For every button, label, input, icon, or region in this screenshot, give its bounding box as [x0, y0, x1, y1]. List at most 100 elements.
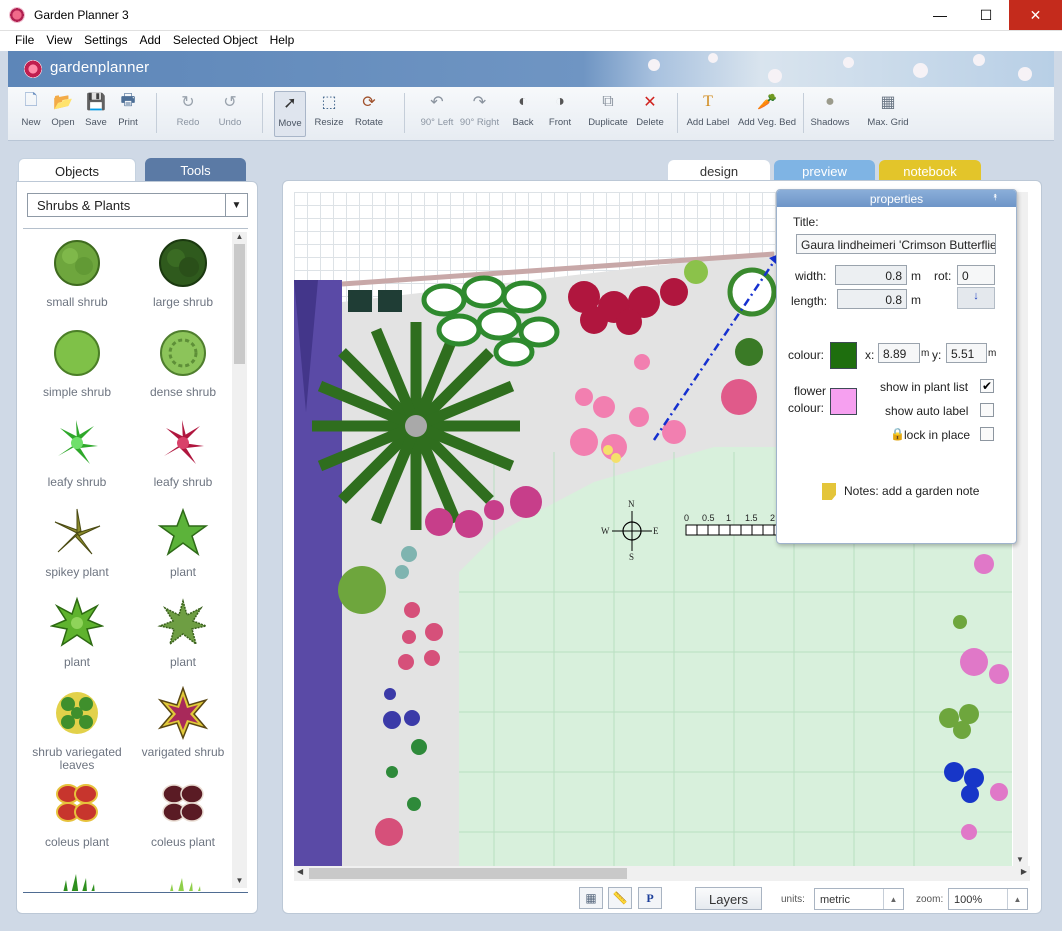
plant-labels-toggle-button[interactable]: P: [638, 887, 662, 909]
add-label-button[interactable]: T Add Label: [684, 91, 732, 137]
rotate-90-right-button[interactable]: ↷ 90° Right: [457, 91, 502, 137]
object-coleus-plant-dark[interactable]: coleus plant: [129, 776, 237, 862]
y-field[interactable]: 5.51: [946, 343, 987, 363]
object-grass-plant[interactable]: [23, 866, 131, 891]
canvas-horizontal-scrollbar[interactable]: ◀ ▶: [294, 866, 1030, 881]
object-light-grass-plant[interactable]: [129, 866, 237, 891]
scrollbar-thumb[interactable]: [309, 868, 627, 879]
object-simple-shrub[interactable]: simple shrub: [23, 326, 131, 412]
rotation-dial-button[interactable]: ↓: [957, 287, 995, 309]
maximize-button[interactable]: ☐: [963, 0, 1009, 30]
chevron-down-icon[interactable]: ▼: [225, 194, 247, 216]
shadows-label: Shadows: [810, 117, 850, 128]
show-in-plant-list-checkbox[interactable]: ✔: [980, 379, 994, 393]
object-spikey-plant[interactable]: spikey plant: [23, 506, 131, 592]
send-back-icon: ◐: [518, 93, 528, 110]
object-leafy-shrub-red[interactable]: leafy shrub: [129, 416, 237, 502]
small-shrub: [338, 566, 386, 614]
minimize-button[interactable]: —: [917, 0, 963, 30]
notes-link[interactable]: Notes: add a garden note: [844, 484, 979, 498]
move-tool-button[interactable]: ➚ Move: [274, 91, 306, 137]
grid-icon: ▦: [585, 891, 597, 905]
shadows-button[interactable]: ● Shadows: [808, 91, 852, 137]
object-leafy-shrub[interactable]: leafy shrub: [23, 416, 131, 502]
chevron-up-icon[interactable]: ▲: [883, 889, 903, 909]
show-auto-label-label: show auto label: [885, 404, 969, 418]
units-select[interactable]: metric ▲: [814, 888, 904, 910]
compass-north-label: N: [628, 499, 635, 509]
scrollbar-thumb[interactable]: [234, 244, 245, 364]
x-label: x:: [865, 348, 875, 362]
length-field[interactable]: 0.8: [837, 289, 907, 309]
save-button[interactable]: 💾 Save: [81, 91, 111, 137]
menu-add[interactable]: Add: [134, 31, 167, 51]
collapse-icon[interactable]: ⯭: [993, 192, 998, 203]
flower-colour-swatch[interactable]: [830, 388, 857, 415]
scroll-down-arrow-icon[interactable]: ▼: [232, 876, 247, 888]
scroll-left-arrow-icon[interactable]: ◀: [297, 867, 303, 876]
add-veg-bed-button[interactable]: 🥕 Add Veg. Bed: [736, 91, 798, 137]
chevron-up-icon[interactable]: ▲: [1007, 889, 1027, 909]
width-field[interactable]: 0.8: [835, 265, 907, 285]
rotation-field[interactable]: 0: [957, 265, 995, 285]
tab-objects[interactable]: Objects: [18, 158, 136, 182]
menu-settings[interactable]: Settings: [78, 31, 133, 51]
scroll-right-arrow-icon[interactable]: ▶: [1021, 867, 1027, 876]
category-select[interactable]: Shrubs & Plants ▼: [27, 193, 248, 217]
menu-help[interactable]: Help: [264, 31, 301, 51]
x-field[interactable]: 8.89: [878, 343, 920, 363]
duplicate-button[interactable]: ⧉ Duplicate: [586, 91, 630, 137]
undo-button[interactable]: ↺ Undo: [213, 91, 247, 137]
resize-tool-button[interactable]: ⬚ Resize: [312, 91, 346, 137]
tab-design[interactable]: design: [668, 160, 770, 182]
colour-swatch[interactable]: [830, 342, 857, 369]
zoom-select[interactable]: 100% ▲: [948, 888, 1028, 910]
object-plant-rosette[interactable]: plant: [23, 596, 131, 682]
delete-button[interactable]: ✕ Delete: [634, 91, 666, 137]
lock-in-place-checkbox[interactable]: [980, 427, 994, 441]
scale-label: 0.5: [702, 513, 715, 523]
colour-label: colour:: [788, 348, 825, 362]
palette-scrollbar[interactable]: ▲ ▼: [232, 232, 247, 888]
menu-selected-object[interactable]: Selected Object: [167, 31, 264, 51]
object-plant-fern[interactable]: plant: [129, 596, 237, 682]
rotate-90-left-button[interactable]: ↶ 90° Left: [417, 91, 457, 137]
rotate-label: Rotate: [355, 117, 383, 128]
ruler-toggle-button[interactable]: 📏: [608, 887, 632, 909]
open-button[interactable]: 📂 Open: [48, 91, 78, 137]
title-field[interactable]: Gaura lindheimeri 'Crimson Butterflies': [796, 234, 996, 254]
object-varigated-shrub[interactable]: varigated shrub: [129, 686, 237, 772]
properties-header[interactable]: properties ⯭: [777, 190, 1016, 207]
back-label: Back: [512, 117, 534, 128]
scale-label: 2: [770, 513, 776, 523]
back-button[interactable]: ◐ Back: [508, 91, 538, 137]
object-plant-star[interactable]: plant: [129, 506, 237, 592]
object-small-shrub[interactable]: small shrub: [23, 236, 131, 322]
new-button[interactable]: 🗋 New: [16, 91, 46, 137]
menu-view[interactable]: View: [40, 31, 78, 51]
show-auto-label-checkbox[interactable]: [980, 403, 994, 417]
object-dense-shrub[interactable]: dense shrub: [129, 326, 237, 412]
menu-file[interactable]: File: [9, 31, 40, 51]
grid-toggle-button[interactable]: ▦: [579, 887, 603, 909]
max-grid-button[interactable]: ▦ Max. Grid: [864, 91, 912, 137]
close-button[interactable]: ✕: [1009, 0, 1062, 30]
scroll-down-arrow-icon[interactable]: ▼: [1016, 855, 1024, 864]
layers-button[interactable]: Layers: [695, 887, 762, 910]
object-coleus-plant-red[interactable]: coleus plant: [23, 776, 131, 862]
object-shrub-variegated-leaves[interactable]: shrub variegated leaves: [23, 686, 131, 772]
front-button[interactable]: ◑ Front: [545, 91, 575, 137]
rotate-tool-button[interactable]: ⟳ Rotate: [352, 91, 386, 137]
resize-icon: ⬚: [321, 94, 337, 111]
scroll-up-arrow-icon[interactable]: ▲: [232, 232, 247, 244]
tab-notebook[interactable]: notebook: [879, 160, 981, 182]
units-label: units:: [781, 894, 805, 905]
print-button[interactable]: 🖶 Print: [113, 91, 143, 137]
max-grid-label: Max. Grid: [867, 117, 909, 128]
tab-tools[interactable]: Tools: [145, 158, 246, 182]
object-large-shrub[interactable]: large shrub: [129, 236, 237, 322]
redo-button[interactable]: ↻ Redo: [171, 91, 205, 137]
bring-front-icon: ◑: [555, 93, 565, 110]
title-bar: Garden Planner 3 — ☐ ✕: [0, 0, 1062, 31]
tab-preview[interactable]: preview: [774, 160, 875, 182]
